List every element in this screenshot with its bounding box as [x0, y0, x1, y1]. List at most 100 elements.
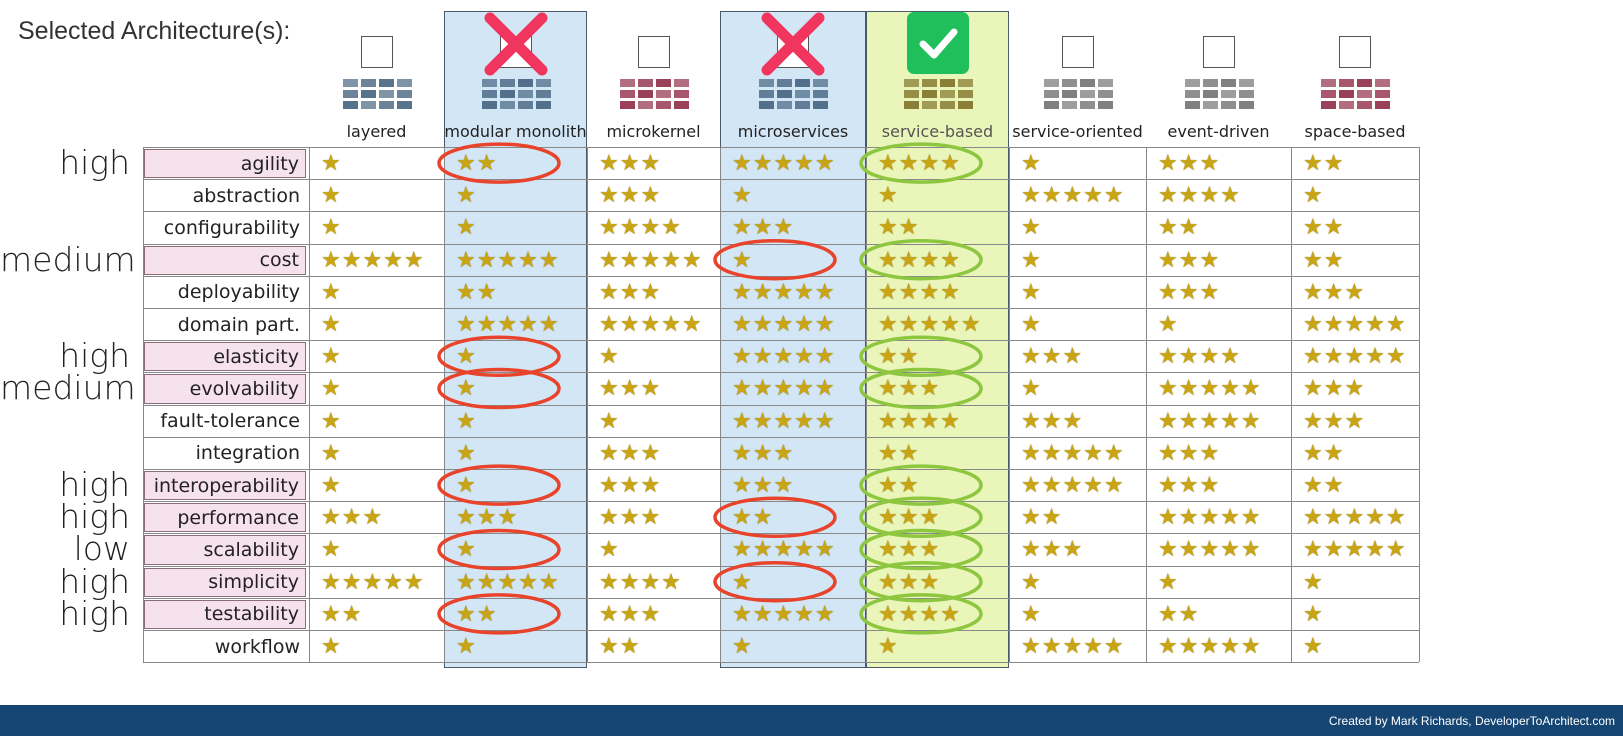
- star-rating: ★★: [1303, 439, 1345, 465]
- star-rating: ★: [456, 472, 477, 498]
- attribute-label: workflow: [214, 635, 300, 658]
- star-rating: ★★: [1303, 214, 1345, 240]
- star-rating: ★: [1021, 375, 1042, 401]
- star-rating: ★: [456, 439, 477, 465]
- star-rating: ★★★★★: [599, 246, 703, 272]
- architecture-checkbox[interactable]: [1339, 36, 1371, 68]
- star-rating: ★★★★★: [732, 536, 836, 562]
- column-header-space-based: space-based: [1304, 122, 1406, 141]
- star-rating: ★: [456, 375, 477, 401]
- column-header-microkernel: microkernel: [606, 122, 701, 141]
- star-rating: ★★★★★: [1021, 633, 1125, 659]
- star-rating: ★: [456, 633, 477, 659]
- star-rating: ★: [1021, 278, 1042, 304]
- architecture-comparison-slide: Selected Architecture(s): Created by Mar…: [0, 0, 1623, 736]
- star-rating: ★: [732, 246, 753, 272]
- star-rating: ★: [1303, 633, 1324, 659]
- rejected-cross-icon: [757, 8, 829, 80]
- star-rating: ★★★: [732, 214, 795, 240]
- column-header-service-based: service-based: [881, 122, 994, 141]
- attribute-label: domain part.: [177, 313, 300, 336]
- star-rating: ★★★★★: [732, 600, 836, 626]
- star-rating: ★: [1303, 568, 1324, 594]
- architecture-thumbnail: [1040, 76, 1116, 114]
- star-rating: ★★★: [878, 504, 941, 530]
- star-rating: ★★★★★: [732, 311, 836, 337]
- star-rating: ★★★★: [878, 407, 961, 433]
- star-rating: ★★: [321, 600, 363, 626]
- star-rating: ★★★: [1021, 536, 1084, 562]
- star-rating: ★: [321, 439, 342, 465]
- architecture-checkbox[interactable]: [1202, 36, 1235, 68]
- star-rating: ★★★★★: [1303, 504, 1407, 530]
- star-rating: ★★★: [878, 536, 941, 562]
- star-rating: ★: [321, 150, 342, 176]
- star-rating: ★: [1021, 600, 1042, 626]
- attribute-label: scalability: [144, 535, 306, 565]
- priority-label: medium: [0, 239, 136, 279]
- star-rating: ★★★: [1158, 150, 1221, 176]
- column-header-event-driven: event-driven: [1167, 122, 1270, 141]
- star-rating: ★: [732, 182, 753, 208]
- star-rating: ★: [321, 407, 342, 433]
- star-rating: ★★: [456, 278, 498, 304]
- star-rating: ★★: [1158, 214, 1200, 240]
- star-rating: ★★: [1021, 504, 1063, 530]
- star-rating: ★★★★★: [456, 568, 560, 594]
- star-rating: ★★★★★: [1303, 343, 1407, 369]
- star-rating: ★: [456, 536, 477, 562]
- architecture-thumbnail: [616, 76, 692, 114]
- star-rating: ★★★★★: [1021, 472, 1125, 498]
- star-rating: ★★★: [321, 504, 384, 530]
- star-rating: ★★★★★: [878, 311, 982, 337]
- selected-check-icon[interactable]: [906, 12, 969, 74]
- star-rating: ★: [878, 633, 899, 659]
- star-rating: ★: [321, 311, 342, 337]
- star-rating: ★: [1303, 600, 1324, 626]
- star-rating: ★★★: [732, 472, 795, 498]
- star-rating: ★★: [878, 214, 920, 240]
- architecture-checkbox[interactable]: [637, 36, 670, 68]
- star-rating: ★: [1303, 182, 1324, 208]
- star-rating: ★★★★★: [321, 568, 425, 594]
- selected-architectures-title: Selected Architecture(s):: [18, 17, 291, 45]
- star-rating: ★★★★★: [732, 343, 836, 369]
- star-rating: ★★★★★: [732, 150, 836, 176]
- architecture-thumbnail: [339, 76, 415, 114]
- star-rating: ★★★★: [878, 278, 961, 304]
- star-rating: ★★★★★: [599, 311, 703, 337]
- star-rating: ★★★: [599, 375, 662, 401]
- architecture-thumbnail: [1317, 76, 1393, 114]
- star-rating: ★★★★: [1158, 343, 1241, 369]
- architecture-thumbnail: [900, 76, 976, 114]
- star-rating: ★: [1021, 311, 1042, 337]
- star-rating: ★★: [732, 504, 774, 530]
- star-rating: ★★★★★: [1158, 536, 1262, 562]
- column-header-service-oriented: service-oriented: [1012, 122, 1143, 141]
- column-header-microservices: microservices: [737, 122, 849, 141]
- star-rating: ★★: [1303, 150, 1345, 176]
- star-rating: ★: [456, 182, 477, 208]
- star-rating: ★★★★★: [1158, 633, 1262, 659]
- star-rating: ★★: [1303, 246, 1345, 272]
- star-rating: ★: [1021, 568, 1042, 594]
- star-rating: ★★★★: [599, 568, 682, 594]
- star-rating: ★★: [878, 472, 920, 498]
- star-rating: ★★: [599, 633, 641, 659]
- star-rating: ★: [321, 633, 342, 659]
- star-rating: ★: [321, 182, 342, 208]
- star-rating: ★: [456, 343, 477, 369]
- architecture-checkbox[interactable]: [360, 36, 393, 68]
- attribute-label: deployability: [177, 281, 300, 304]
- architecture-thumbnail: [755, 76, 831, 114]
- column-header-layered: layered: [346, 122, 407, 141]
- star-rating: ★: [321, 214, 342, 240]
- priority-label: high: [59, 143, 130, 182]
- architecture-checkbox[interactable]: [1061, 36, 1094, 68]
- star-rating: ★: [1158, 311, 1179, 337]
- star-rating: ★★★: [599, 278, 662, 304]
- star-rating: ★★★★★: [1158, 504, 1262, 530]
- attribute-label: abstraction: [192, 184, 300, 207]
- attribute-label: testability: [144, 599, 306, 629]
- attribute-label: configurability: [163, 216, 300, 239]
